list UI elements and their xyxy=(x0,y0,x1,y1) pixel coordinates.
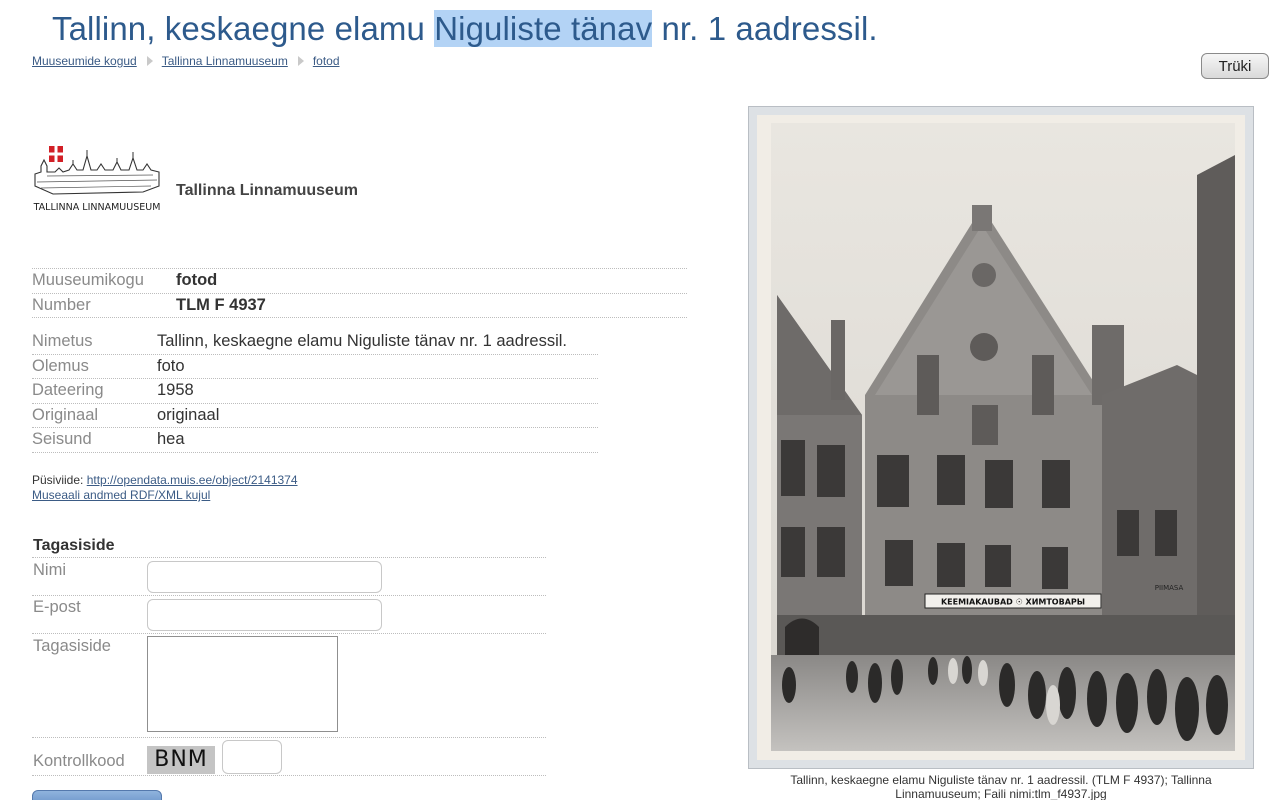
submit-button[interactable] xyxy=(32,790,162,800)
message-field-label: Tagasiside xyxy=(33,637,111,655)
number-value: TLM F 4937 xyxy=(176,295,266,314)
shop-sign-text: KEEMIAKAUBAD ☉ ХИМТОВАРЫ xyxy=(941,598,1085,607)
essence-value: foto xyxy=(157,356,185,375)
message-textarea[interactable] xyxy=(147,636,338,732)
feedback-form: Tagasiside Nimi E-post Tagasiside Kontro… xyxy=(32,537,546,776)
table-row: Olemus foto xyxy=(32,355,598,379)
table-row: Dateering 1958 xyxy=(32,379,598,404)
name-value: Tallinn, keskaegne elamu Niguliste tänav… xyxy=(157,332,567,351)
collection-label: Muuseumikogu xyxy=(32,271,144,290)
logo-text: TALLINNA LINNAMUUSEUM xyxy=(33,202,160,213)
museum-name: Tallinna Linnamuuseum xyxy=(176,182,358,199)
permalink-label: Püsiviide: xyxy=(32,473,87,487)
captcha-label: Kontrollkood xyxy=(33,752,125,770)
photo-frame: KEEMIAKAUBAD ☉ ХИМТОВАРЫ PIIMASA xyxy=(748,106,1254,769)
main-photo[interactable]: KEEMIAKAUBAD ☉ ХИМТОВАРЫ PIIMASA xyxy=(757,115,1245,760)
essence-label: Olemus xyxy=(32,356,89,375)
title-start: Tallinn, keskaegne elamu xyxy=(52,10,435,47)
table-row: Seisund hea xyxy=(32,428,598,453)
breadcrumb-arrow-icon xyxy=(297,56,304,66)
caption-line: Tallinn, keskaegne elamu Niguliste tänav… xyxy=(790,773,1212,787)
form-row: Tagasiside xyxy=(32,634,546,738)
email-input[interactable] xyxy=(147,599,382,631)
permalink-link[interactable]: http://opendata.muis.ee/object/2141374 xyxy=(87,473,298,487)
dating-label: Dateering xyxy=(32,381,104,400)
name-field-label: Nimi xyxy=(33,561,66,579)
details-table: Nimetus Tallinn, keskaegne elamu Nigulis… xyxy=(32,330,598,453)
breadcrumb-arrow-icon xyxy=(146,56,153,66)
photo-caption: Tallinn, keskaegne elamu Niguliste tänav… xyxy=(748,773,1254,800)
museum-logo: TALLINNA LINNAMUUSEUM xyxy=(33,142,161,214)
caption-line: Linnamuuseum; Faili nimi:tlm_f4937.jpg xyxy=(895,787,1107,800)
collection-value: fotod xyxy=(176,271,218,290)
permalink-section: Püsiviide: http://opendata.muis.ee/objec… xyxy=(32,473,298,503)
condition-label: Seisund xyxy=(32,430,92,449)
table-row: Muuseumikogu fotod xyxy=(32,269,687,294)
table-row: Originaal originaal xyxy=(32,404,598,428)
small-sign-text: PIIMASA xyxy=(1155,584,1184,592)
name-label: Nimetus xyxy=(32,332,93,351)
rdf-xml-link[interactable]: Museaali andmed RDF/XML kujul xyxy=(32,488,210,502)
original-value: originaal xyxy=(157,405,220,424)
print-button[interactable]: Trüki xyxy=(1201,53,1269,79)
table-row: Nimetus Tallinn, keskaegne elamu Nigulis… xyxy=(32,330,598,355)
original-label: Originaal xyxy=(32,405,99,424)
email-field-label: E-post xyxy=(33,598,81,616)
title-end: nr. 1 aadressil. xyxy=(652,10,878,47)
form-row: Kontrollkood BNM xyxy=(32,738,546,776)
breadcrumb-museum-collections[interactable]: Muuseumide kogud xyxy=(32,54,137,68)
condition-value: hea xyxy=(157,430,185,449)
captcha-image: BNM xyxy=(147,746,215,774)
breadcrumb: Muuseumide kogud Tallinna Linnamuuseum f… xyxy=(32,54,340,68)
name-input[interactable] xyxy=(147,561,382,593)
feedback-title: Tagasiside xyxy=(32,537,546,558)
breadcrumb-photos[interactable]: fotod xyxy=(313,54,340,68)
form-row: Nimi xyxy=(32,558,546,596)
captcha-input[interactable] xyxy=(222,740,282,774)
page-title: Tallinn, keskaegne elamu Niguliste tänav… xyxy=(52,10,878,48)
number-label: Number xyxy=(32,295,91,314)
title-selected-text: Niguliste tänav xyxy=(434,10,653,47)
form-row: E-post xyxy=(32,596,546,634)
breadcrumb-tallinn-city-museum[interactable]: Tallinna Linnamuuseum xyxy=(162,54,288,68)
collection-table: Muuseumikogu fotod Number TLM F 4937 xyxy=(32,268,687,318)
table-row: Number TLM F 4937 xyxy=(32,294,687,318)
dating-value: 1958 xyxy=(157,381,194,400)
